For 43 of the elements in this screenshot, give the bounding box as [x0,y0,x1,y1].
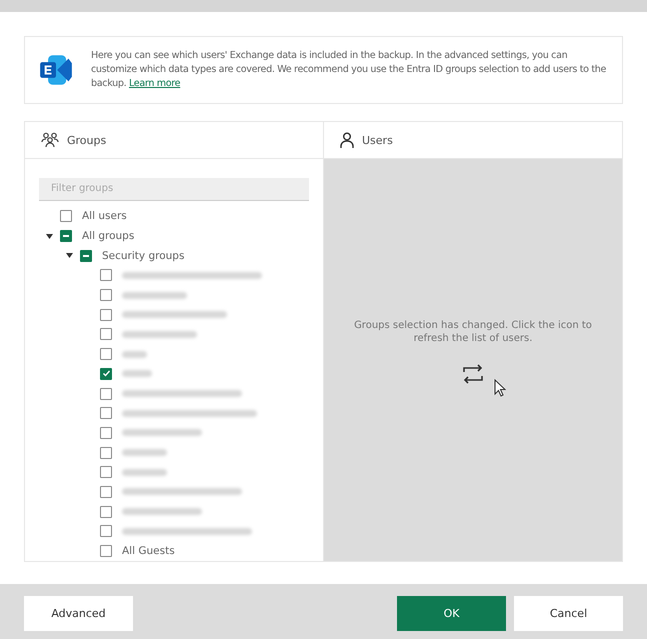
checkbox[interactable] [100,486,112,498]
refresh-icon[interactable] [462,364,484,384]
redacted-text-drawing [122,468,167,476]
mouse-pointer-icon [494,379,506,397]
caret-icon[interactable] [46,234,53,239]
info-text: Here you can see which users' Exchange data is included in the backup. In the advanced settings, you can customize which data types are covered. We recommend you use the Entra ID groups selection to add users to the backup. Learn more [91,49,608,91]
exchange-logo-icon [39,54,73,86]
checkbox[interactable] [100,348,112,360]
group-icon [41,132,59,148]
filter-field[interactable]: Filter groups [39,178,309,200]
checkbox[interactable] [100,446,112,459]
tree-item[interactable]: All groups [82,230,134,242]
tree-item[interactable]: All Guests [122,545,175,558]
ok-button[interactable]: OK [397,596,506,631]
tree-item[interactable]: All users [82,210,127,222]
redacted-text-drawing [122,449,167,456]
advanced-button[interactable]: Advanced [24,596,133,631]
checkbox[interactable] [100,426,112,439]
checkbox[interactable] [100,506,112,518]
redacted-text-drawing [122,292,187,299]
refresh-message: Groups selection has changed. Click the icon to refresh the list of users. [354,319,592,345]
checkbox[interactable] [100,525,112,538]
checkbox[interactable] [60,230,72,242]
cancel-button[interactable]: Cancel [514,596,623,631]
checkbox[interactable] [100,466,112,478]
learn-more-link[interactable]: Learn more [128,78,180,89]
checkbox[interactable] [100,308,112,321]
checkbox[interactable] [60,210,72,222]
checkbox[interactable] [100,407,112,420]
checkbox[interactable] [100,368,112,380]
checkbox[interactable] [80,250,92,262]
checkbox[interactable] [100,388,112,400]
redacted-text-drawing [122,370,152,378]
user-icon [340,132,354,148]
panel-title: Users [362,134,393,146]
checkbox[interactable] [100,328,112,340]
checkbox[interactable] [100,289,112,302]
checkbox[interactable] [100,269,112,282]
panel-title: Groups [67,134,106,146]
tree-item[interactable]: Security groups [102,250,184,262]
caret-icon[interactable] [66,253,73,258]
checkbox[interactable] [100,545,112,558]
redacted-text-drawing [122,350,147,358]
